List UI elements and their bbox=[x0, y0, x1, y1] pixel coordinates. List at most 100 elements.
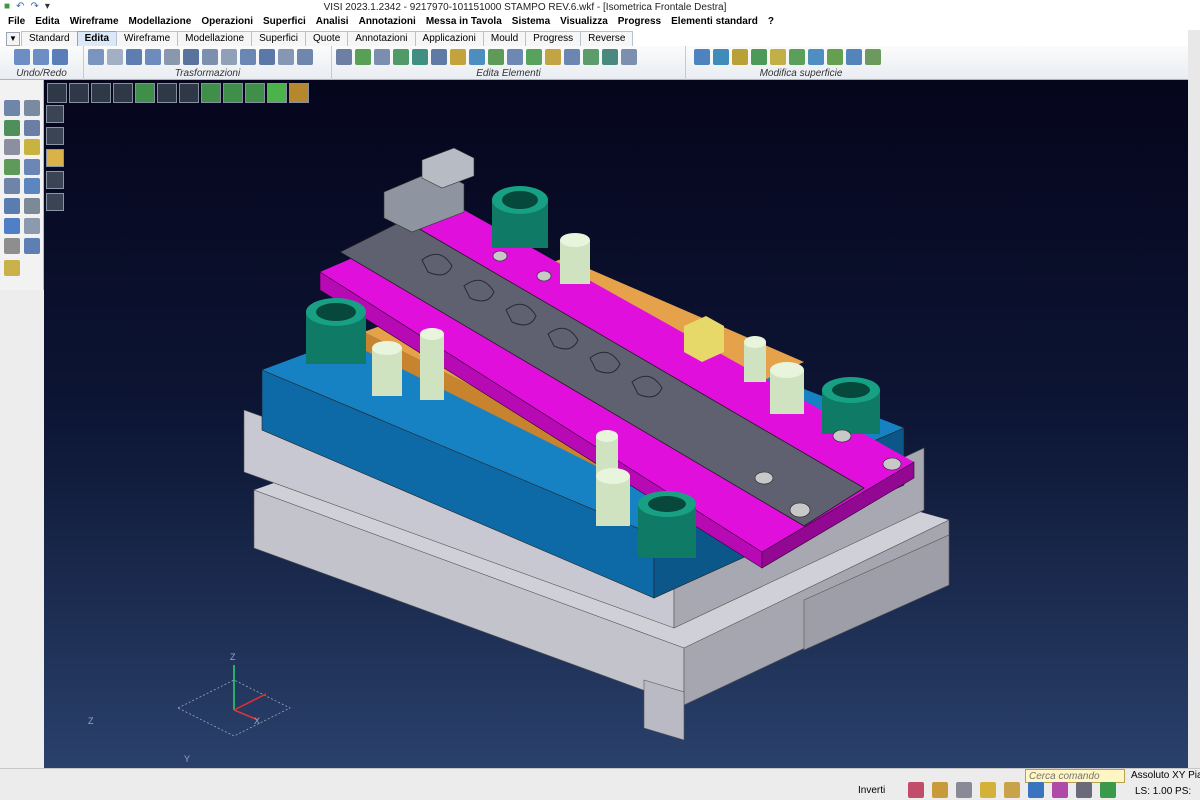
ortho-icon[interactable] bbox=[956, 782, 972, 798]
select-box-icon[interactable] bbox=[4, 120, 20, 136]
menu-sistema[interactable]: Sistema bbox=[507, 14, 555, 30]
menu-help[interactable]: ? bbox=[763, 14, 779, 30]
filter-cylinder-1-icon[interactable] bbox=[46, 105, 64, 123]
refresh-icon[interactable] bbox=[4, 198, 20, 214]
view-window-icon[interactable] bbox=[69, 83, 89, 103]
color-icon[interactable] bbox=[4, 159, 20, 175]
menu-file[interactable]: File bbox=[3, 14, 30, 30]
array-icon[interactable] bbox=[202, 49, 218, 65]
move-icon[interactable] bbox=[126, 49, 142, 65]
measure-icon[interactable] bbox=[621, 49, 637, 65]
menu-elementi-standard[interactable]: Elementi standard bbox=[666, 14, 763, 30]
undo-icon[interactable]: ↶ bbox=[16, 1, 24, 13]
view-wireframe-icon[interactable] bbox=[157, 83, 177, 103]
surface-normal-icon[interactable] bbox=[846, 49, 862, 65]
view-rotate-icon[interactable] bbox=[4, 100, 20, 116]
copy-icon[interactable] bbox=[88, 49, 104, 65]
tab-edita[interactable]: Edita bbox=[76, 31, 118, 46]
filter-cylinder-2-icon[interactable] bbox=[46, 127, 64, 145]
undo-view-icon[interactable] bbox=[24, 238, 40, 254]
split-icon[interactable] bbox=[450, 49, 466, 65]
shade-mode-icon[interactable] bbox=[1052, 782, 1068, 798]
transform-icon[interactable] bbox=[297, 49, 313, 65]
menu-annotazioni[interactable]: Annotazioni bbox=[354, 14, 421, 30]
arc-icon[interactable] bbox=[602, 49, 618, 65]
surface-edit-icon[interactable] bbox=[694, 49, 710, 65]
delete-icon[interactable] bbox=[4, 238, 20, 254]
ribbon-dropdown-icon[interactable]: ▼ bbox=[6, 32, 20, 46]
menu-wireframe[interactable]: Wireframe bbox=[65, 14, 124, 30]
view-pan-icon[interactable] bbox=[113, 83, 133, 103]
explode-icon[interactable] bbox=[469, 49, 485, 65]
reverse-icon[interactable] bbox=[507, 49, 523, 65]
edit-points-icon[interactable] bbox=[488, 49, 504, 65]
view-solid-icon[interactable] bbox=[267, 83, 287, 103]
menu-messa-in-tavola[interactable]: Messa in Tavola bbox=[421, 14, 507, 30]
depth-icon[interactable] bbox=[1076, 782, 1092, 798]
surface-join-icon[interactable] bbox=[827, 49, 843, 65]
tool-settings-icon[interactable] bbox=[24, 100, 40, 116]
join-icon[interactable] bbox=[393, 49, 409, 65]
paste-icon[interactable] bbox=[107, 49, 123, 65]
tab-progress[interactable]: Progress bbox=[525, 31, 582, 46]
menu-edita[interactable]: Edita bbox=[30, 14, 64, 30]
view-shaded-icon[interactable] bbox=[201, 83, 221, 103]
align-icon[interactable] bbox=[240, 49, 256, 65]
divide-icon[interactable] bbox=[545, 49, 561, 65]
project-icon[interactable] bbox=[259, 49, 275, 65]
ucs-icon[interactable] bbox=[1028, 782, 1044, 798]
view-menu-icon[interactable] bbox=[47, 83, 67, 103]
offset-icon[interactable] bbox=[221, 49, 237, 65]
regen-icon[interactable] bbox=[1100, 782, 1116, 798]
fillet-icon[interactable] bbox=[412, 49, 428, 65]
tab-superfici[interactable]: Superfici bbox=[251, 31, 307, 46]
shade-icon[interactable] bbox=[24, 178, 40, 194]
tab-reverse[interactable]: Reverse bbox=[580, 31, 634, 46]
modify-icon[interactable] bbox=[583, 49, 599, 65]
clipboard-icon[interactable] bbox=[4, 260, 20, 276]
view-front-icon[interactable] bbox=[135, 83, 155, 103]
snap-icon[interactable] bbox=[908, 782, 924, 798]
view-edges-icon[interactable] bbox=[223, 83, 243, 103]
smooth-icon[interactable] bbox=[564, 49, 580, 65]
workplane-icon[interactable] bbox=[1004, 782, 1020, 798]
tab-standard[interactable]: Standard bbox=[21, 31, 78, 46]
help-icon[interactable] bbox=[4, 218, 20, 234]
attributes-icon[interactable] bbox=[4, 139, 20, 155]
layer-icon[interactable] bbox=[24, 120, 40, 136]
surface-extend-icon[interactable] bbox=[732, 49, 748, 65]
tab-wireframe[interactable]: Wireframe bbox=[116, 31, 179, 46]
surface-offset-icon[interactable] bbox=[770, 49, 786, 65]
redo-icon[interactable] bbox=[33, 49, 49, 65]
undo-list-icon[interactable] bbox=[52, 49, 68, 65]
filter-cylinder-selected-icon[interactable] bbox=[46, 149, 64, 167]
zoom-icon[interactable] bbox=[4, 178, 20, 194]
menu-visualizza[interactable]: Visualizza bbox=[555, 14, 613, 30]
rotate-icon[interactable] bbox=[145, 49, 161, 65]
scale-icon[interactable] bbox=[183, 49, 199, 65]
mirror-icon[interactable] bbox=[164, 49, 180, 65]
cube-icon[interactable] bbox=[24, 198, 40, 214]
properties-icon[interactable] bbox=[24, 139, 40, 155]
menu-modellazione[interactable]: Modellazione bbox=[124, 14, 197, 30]
customize-dropdown-icon[interactable]: ▾ bbox=[45, 1, 50, 13]
edit-icon[interactable] bbox=[24, 159, 40, 175]
tab-modellazione[interactable]: Modellazione bbox=[177, 31, 253, 46]
filter-cylinder-4-icon[interactable] bbox=[46, 193, 64, 211]
surface-heal-icon[interactable] bbox=[865, 49, 881, 65]
menu-operazioni[interactable]: Operazioni bbox=[196, 14, 258, 30]
stitch-icon[interactable] bbox=[526, 49, 542, 65]
dimension-icon[interactable] bbox=[24, 218, 40, 234]
invert-label[interactable]: Inverti bbox=[858, 785, 885, 796]
break-icon[interactable] bbox=[374, 49, 390, 65]
view-hidden-icon[interactable] bbox=[179, 83, 199, 103]
menu-superfici[interactable]: Superfici bbox=[258, 14, 311, 30]
filter-cylinder-3-icon[interactable] bbox=[46, 171, 64, 189]
trim-icon[interactable] bbox=[336, 49, 352, 65]
extend-icon[interactable] bbox=[355, 49, 371, 65]
undo-icon[interactable] bbox=[14, 49, 30, 65]
command-search-input[interactable] bbox=[1025, 769, 1125, 783]
help-status-icon[interactable] bbox=[980, 782, 996, 798]
view-transparent-icon[interactable] bbox=[245, 83, 265, 103]
stretch-icon[interactable] bbox=[278, 49, 294, 65]
